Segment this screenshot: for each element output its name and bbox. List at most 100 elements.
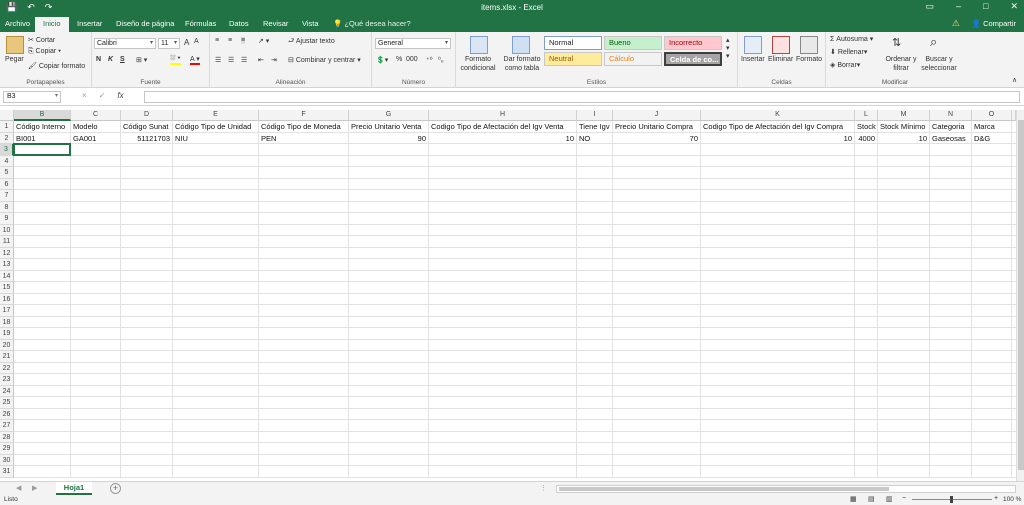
cell-o31[interactable] — [972, 466, 1012, 478]
bold-button[interactable]: N — [96, 56, 101, 63]
cell-d16[interactable] — [121, 293, 173, 305]
page-break-icon[interactable]: ▥ — [886, 495, 893, 503]
cell-e26[interactable] — [173, 408, 259, 420]
cell-h12[interactable] — [429, 247, 577, 259]
row-header-21[interactable]: 21 — [0, 351, 14, 363]
cell-n19[interactable] — [930, 328, 972, 340]
paste-button[interactable]: Pegar — [5, 56, 24, 63]
cell-i31[interactable] — [577, 466, 613, 478]
cell-m5[interactable] — [878, 167, 930, 179]
page-layout-icon[interactable]: ▤ — [868, 495, 875, 503]
cell-l3[interactable] — [855, 144, 878, 156]
cell-h9[interactable] — [429, 213, 577, 225]
cell-k24[interactable] — [701, 385, 855, 397]
format-as-table-icon[interactable] — [512, 36, 530, 54]
format-cells-icon[interactable] — [800, 36, 818, 54]
column-header-n[interactable]: N — [930, 110, 972, 121]
cell-i5[interactable] — [577, 167, 613, 179]
wrap-text-button[interactable]: ⮐ Ajustar texto — [288, 37, 335, 48]
cell-d6[interactable] — [121, 178, 173, 190]
cell-b9[interactable] — [14, 213, 71, 225]
cell-k27[interactable] — [701, 420, 855, 432]
cell-f23[interactable] — [259, 374, 349, 386]
cell-k2[interactable]: 10 — [701, 132, 855, 144]
cell-c22[interactable] — [71, 362, 121, 374]
cell-i23[interactable] — [577, 374, 613, 386]
cell-d2[interactable]: 51121703 — [121, 132, 173, 144]
cell-c29[interactable] — [71, 443, 121, 455]
column-header-l[interactable]: L — [855, 110, 878, 121]
cell-d5[interactable] — [121, 167, 173, 179]
cell-o26[interactable] — [972, 408, 1012, 420]
cell-j18[interactable] — [613, 316, 701, 328]
cell-n24[interactable] — [930, 385, 972, 397]
cell-d29[interactable] — [121, 443, 173, 455]
cell-g24[interactable] — [349, 385, 429, 397]
cell-h18[interactable] — [429, 316, 577, 328]
cell-c3[interactable] — [71, 144, 121, 156]
cell-k21[interactable] — [701, 351, 855, 363]
cell-l28[interactable] — [855, 431, 878, 443]
cell-l22[interactable] — [855, 362, 878, 374]
sheet-tab-hoja1[interactable]: Hoja1 — [56, 482, 92, 495]
cell-d23[interactable] — [121, 374, 173, 386]
cell-h26[interactable] — [429, 408, 577, 420]
cell-e20[interactable] — [173, 339, 259, 351]
cell-e28[interactable] — [173, 431, 259, 443]
cell-g2[interactable]: 90 — [349, 132, 429, 144]
cell-e13[interactable] — [173, 259, 259, 271]
cell-h19[interactable] — [429, 328, 577, 340]
cell-c25[interactable] — [71, 397, 121, 409]
align-top-icon[interactable]: ≡ — [215, 37, 219, 44]
cell-m29[interactable] — [878, 443, 930, 455]
cell-i2[interactable]: NO — [577, 132, 613, 144]
conditional-format-icon[interactable] — [470, 36, 488, 54]
cell-b29[interactable] — [14, 443, 71, 455]
enter-icon[interactable]: ✓ — [99, 91, 106, 100]
cell-k31[interactable] — [701, 466, 855, 478]
cell-m17[interactable] — [878, 305, 930, 317]
cell-g30[interactable] — [349, 454, 429, 466]
cell-i1[interactable]: Tiene Igv — [577, 121, 613, 133]
cell-i4[interactable] — [577, 155, 613, 167]
cell-e23[interactable] — [173, 374, 259, 386]
align-bottom-icon[interactable]: ≡ — [241, 37, 246, 44]
cell-g18[interactable] — [349, 316, 429, 328]
cell-c17[interactable] — [71, 305, 121, 317]
cell-n5[interactable] — [930, 167, 972, 179]
column-header-k[interactable]: K — [701, 110, 855, 121]
row-header-16[interactable]: 16 — [0, 293, 14, 305]
cell-i25[interactable] — [577, 397, 613, 409]
cell-g7[interactable] — [349, 190, 429, 202]
fill-button[interactable]: ⬇ Rellenar▾ — [830, 48, 867, 56]
tab-inicio[interactable]: Inicio — [35, 17, 69, 32]
cell-f24[interactable] — [259, 385, 349, 397]
cell-f5[interactable] — [259, 167, 349, 179]
cell-g17[interactable] — [349, 305, 429, 317]
cell-k11[interactable] — [701, 236, 855, 248]
cell-k1[interactable]: Codigo Tipo de Afectación del Igv Compra — [701, 121, 855, 133]
cell-c10[interactable] — [71, 224, 121, 236]
cell-d25[interactable] — [121, 397, 173, 409]
cell-e16[interactable] — [173, 293, 259, 305]
cell-h8[interactable] — [429, 201, 577, 213]
cell-l21[interactable] — [855, 351, 878, 363]
cell-h25[interactable] — [429, 397, 577, 409]
cell-k9[interactable] — [701, 213, 855, 225]
cell-n8[interactable] — [930, 201, 972, 213]
cell-b25[interactable] — [14, 397, 71, 409]
row-header-13[interactable]: 13 — [0, 259, 14, 271]
cell-j21[interactable] — [613, 351, 701, 363]
cell-e19[interactable] — [173, 328, 259, 340]
sort-filter-icon[interactable]: ⇅ — [892, 36, 901, 49]
cell-j23[interactable] — [613, 374, 701, 386]
cell-j15[interactable] — [613, 282, 701, 294]
cell-m25[interactable] — [878, 397, 930, 409]
cell-n22[interactable] — [930, 362, 972, 374]
cell-l9[interactable] — [855, 213, 878, 225]
cell-f4[interactable] — [259, 155, 349, 167]
cell-o17[interactable] — [972, 305, 1012, 317]
cell-e11[interactable] — [173, 236, 259, 248]
thousands-button[interactable]: 000 — [406, 56, 418, 63]
italic-button[interactable]: K — [108, 56, 113, 63]
